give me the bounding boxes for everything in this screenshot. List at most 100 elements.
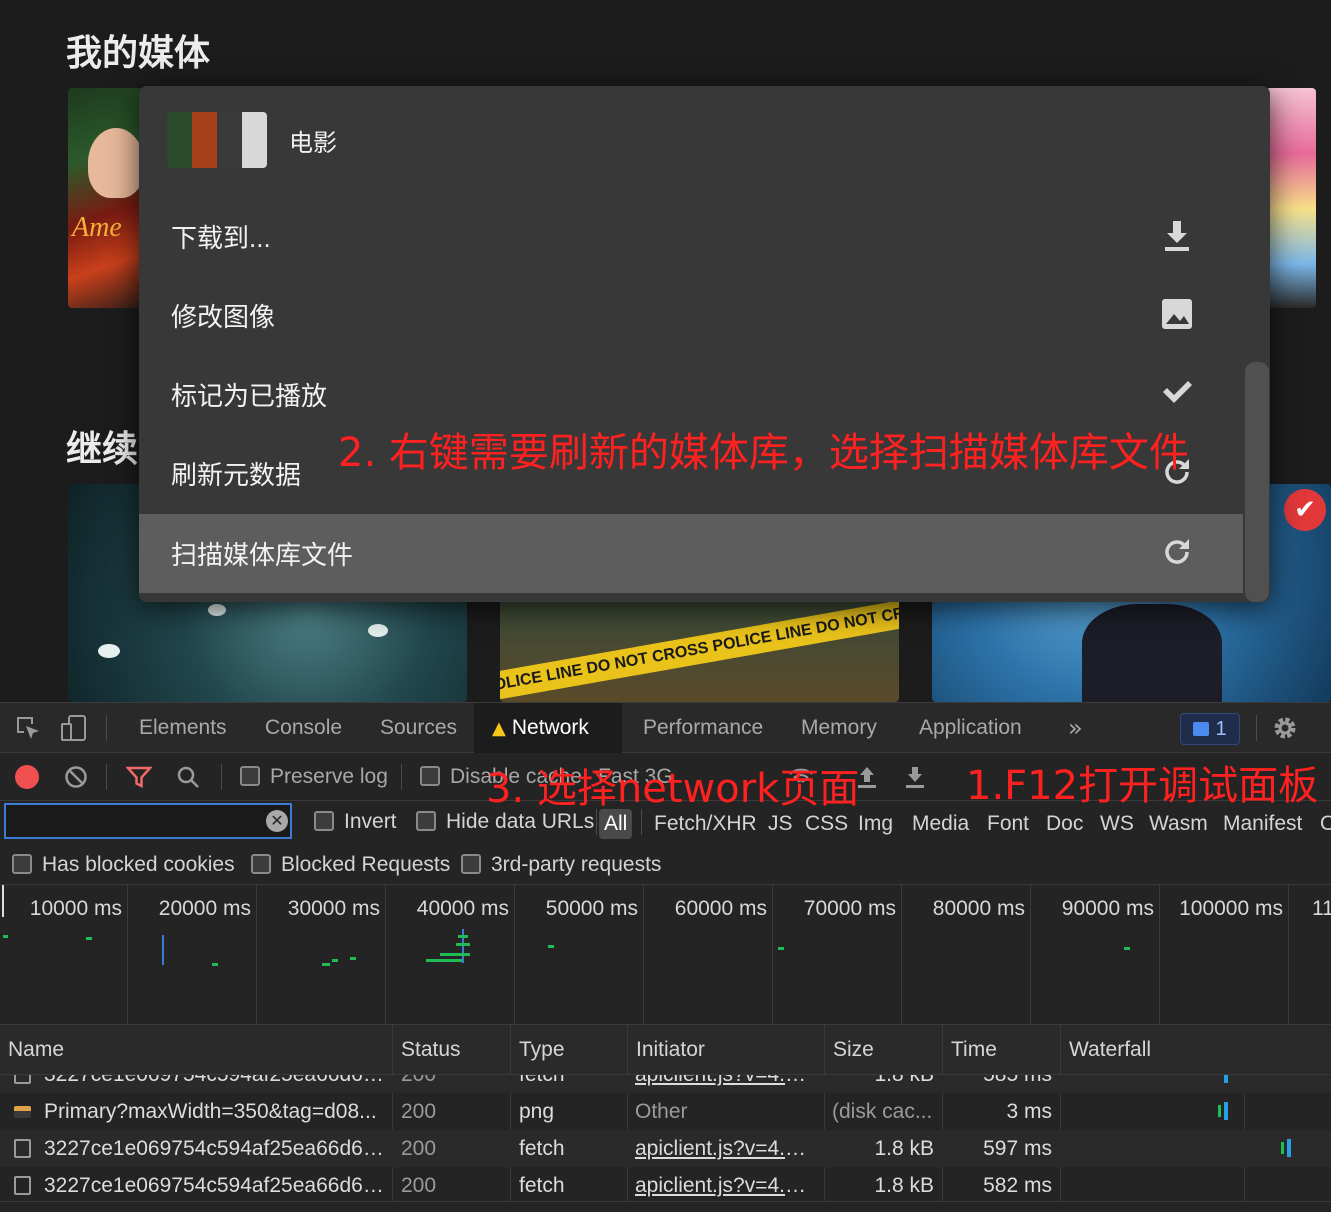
row-time: 597 ms (983, 1137, 1052, 1160)
pill-shape (98, 644, 120, 658)
network-table-header: Name Status Type Initiator Size Time Wat… (0, 1025, 1331, 1075)
settings-gear-icon[interactable] (1272, 715, 1298, 741)
row-name: Primary?maxWidth=350&tag=d08... (44, 1100, 377, 1123)
filter-icon[interactable] (126, 765, 152, 789)
clear-filter-icon[interactable]: ✕ (266, 810, 288, 832)
refresh-icon (1159, 536, 1195, 572)
table-row[interactable]: 3227ce1e069754c594af25ea66d69f... 200 fe… (0, 1075, 1331, 1093)
download-icon (1159, 219, 1195, 255)
row-time: 582 ms (983, 1174, 1052, 1197)
tab-memory[interactable]: Memory (781, 703, 897, 753)
menu-item-label: 刷新元数据 (171, 460, 302, 490)
type-filter-other[interactable]: O (1320, 809, 1331, 839)
preserve-log-checkbox[interactable]: Preserve log (240, 762, 388, 792)
image-icon (1159, 298, 1195, 334)
blocked-requests-checkbox[interactable]: Blocked Requests (251, 850, 450, 880)
filter-bar-secondary: Has blocked cookies Blocked Requests 3rd… (0, 845, 1331, 885)
column-time[interactable]: Time (942, 1025, 1060, 1075)
column-type[interactable]: Type (510, 1025, 627, 1075)
tab-console[interactable]: Console (245, 703, 362, 753)
table-row[interactable]: Primary?maxWidth=350&tag=d08... 200 png … (0, 1093, 1331, 1130)
tab-network[interactable]: ▲ Network (474, 703, 622, 753)
messages-count: 1 (1215, 718, 1227, 740)
invert-checkbox[interactable]: Invert (314, 807, 397, 837)
row-name: 3227ce1e069754c594af25ea66d69f... (44, 1174, 386, 1197)
search-icon[interactable] (176, 765, 200, 789)
messages-badge[interactable]: 1 (1180, 713, 1240, 745)
type-filter-media[interactable]: Media (912, 809, 969, 839)
column-status[interactable]: Status (392, 1025, 510, 1075)
media-page: 我的媒体 Ame 继续 POLICE LINE DO NOT CROSS POL… (0, 0, 1331, 702)
row-size: 1.8 kB (874, 1137, 934, 1160)
poster-title-art: Ame (72, 212, 122, 243)
has-blocked-cookies-label: Has blocked cookies (42, 853, 235, 876)
library-thumbnail (167, 112, 267, 168)
third-party-requests-checkbox[interactable]: 3rd-party requests (461, 850, 661, 880)
timeline-tick: 20000 ms (158, 897, 251, 920)
filter-input[interactable] (4, 803, 292, 839)
menu-item-label: 修改图像 (171, 302, 276, 332)
row-type: fetch (519, 1174, 565, 1197)
row-initiator: Other (635, 1100, 688, 1123)
row-type: png (519, 1100, 555, 1123)
column-name[interactable]: Name (0, 1025, 392, 1075)
row-size: 1.8 kB (830, 1075, 934, 1093)
tab-application[interactable]: Application (899, 703, 1042, 753)
poster-figures (1082, 604, 1222, 702)
context-menu-header: 电影 (167, 112, 337, 168)
type-filter-wasm[interactable]: Wasm (1149, 809, 1208, 839)
row-size: 1.8 kB (874, 1174, 934, 1197)
tab-network-label: Network (511, 716, 589, 739)
warning-icon: ▲ (492, 718, 506, 739)
type-filter-font[interactable]: Font (987, 809, 1029, 839)
column-size[interactable]: Size (824, 1025, 942, 1075)
menu-item-label: 下载到... (171, 223, 271, 253)
column-waterfall[interactable]: Waterfall (1060, 1025, 1331, 1075)
has-blocked-cookies-checkbox[interactable]: Has blocked cookies (12, 850, 235, 880)
table-row[interactable]: 3227ce1e069754c594af25ea66d69f... 200 fe… (0, 1167, 1331, 1204)
context-menu-scrollbar[interactable] (1245, 362, 1269, 602)
table-row[interactable]: 3227ce1e069754c594af25ea66d69f... 200 fe… (0, 1130, 1331, 1167)
timeline-tick: 80000 ms (932, 897, 1025, 920)
third-party-requests-label: 3rd-party requests (491, 853, 662, 876)
tab-performance[interactable]: Performance (623, 703, 783, 753)
type-filter-ws[interactable]: WS (1100, 809, 1134, 839)
menu-item-download[interactable]: 下载到... (139, 197, 1243, 276)
blocked-requests-label: Blocked Requests (281, 853, 451, 876)
record-button[interactable] (15, 765, 39, 789)
row-initiator-link[interactable]: apiclient.js?v=4.7.... (635, 1167, 815, 1204)
type-filter-img[interactable]: Img (858, 809, 893, 839)
timeline-tick: 100000 ms (1179, 897, 1283, 920)
export-har-icon[interactable] (904, 765, 926, 789)
pill-shape (368, 624, 388, 637)
row-size: (disk cac... (832, 1100, 933, 1123)
row-type: fetch (519, 1137, 565, 1160)
row-status: 200 (401, 1075, 501, 1093)
timeline-tick: 90000 ms (1061, 897, 1154, 920)
library-card-anime[interactable] (1266, 88, 1316, 308)
annotation-step3: 3. 选择network页面 (486, 766, 860, 812)
device-toolbar-icon[interactable] (60, 714, 88, 742)
row-status: 200 (401, 1100, 437, 1123)
table-row-clip: 3227ce1e069754c594af25ea66d69f... 200 fe… (0, 1075, 1331, 1093)
row-initiator-link[interactable]: apiclient.js?v=4.7.... (635, 1075, 815, 1093)
menu-item-scan-library[interactable]: 扫描媒体库文件 (139, 514, 1243, 593)
type-filter-manifest[interactable]: Manifest (1223, 809, 1302, 839)
menu-item-edit-images[interactable]: 修改图像 (139, 276, 1243, 355)
row-time: 585 ms (948, 1075, 1052, 1093)
menu-item-label: 扫描媒体库文件 (171, 540, 354, 570)
waterfall-bar (1287, 1139, 1291, 1157)
row-name: 3227ce1e069754c594af25ea66d69f... (44, 1137, 386, 1160)
type-filter-doc[interactable]: Doc (1046, 809, 1083, 839)
tab-sources[interactable]: Sources (360, 703, 477, 753)
tab-elements[interactable]: Elements (119, 703, 247, 753)
row-initiator-link[interactable]: apiclient.js?v=4.7.... (635, 1130, 815, 1167)
waterfall-bar (1224, 1075, 1228, 1083)
more-tabs-icon[interactable]: » (1048, 703, 1103, 753)
played-check-icon: ✔ (1284, 489, 1326, 531)
column-initiator[interactable]: Initiator (627, 1025, 824, 1075)
network-overview-timeline[interactable]: 10000 ms 20000 ms 30000 ms 40000 ms 5000… (0, 885, 1331, 1025)
clear-icon[interactable] (64, 765, 88, 789)
inspect-element-icon[interactable] (14, 714, 42, 742)
timeline-tick: 11 (1312, 897, 1331, 920)
